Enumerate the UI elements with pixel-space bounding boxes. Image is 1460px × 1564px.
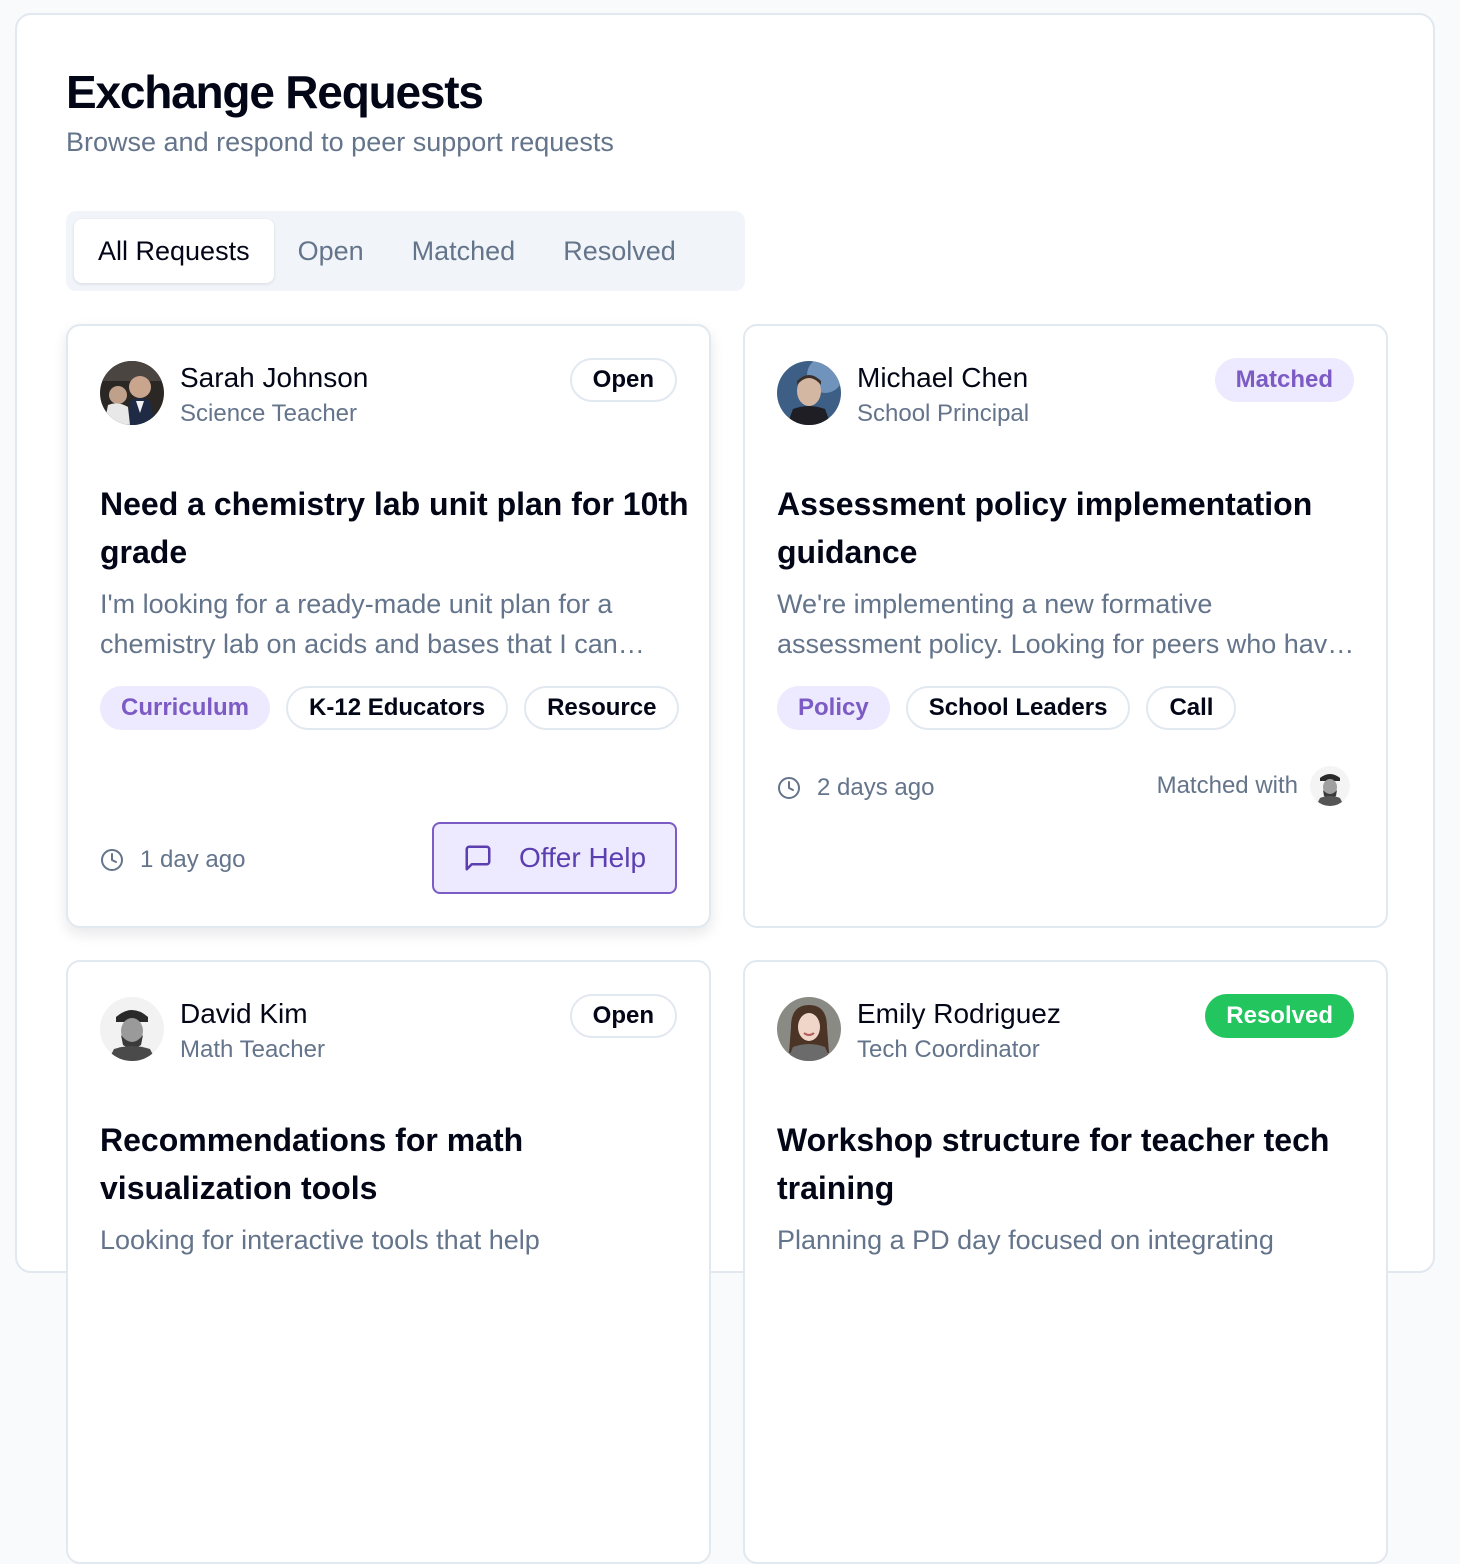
clock-icon [777, 776, 801, 800]
request-card[interactable]: Emily Rodriguez Tech Coordinator Resolve… [743, 960, 1388, 1564]
status-badge: Open [569, 994, 677, 1038]
tag-audience: School Leaders [905, 686, 1131, 730]
tag-type: Call [1146, 686, 1237, 730]
request-title: Recommendations for math visualization t… [100, 1122, 524, 1206]
request-description: I'm looking for a ready-made unit plan f… [100, 589, 618, 659]
offer-help-label: Offer Help [518, 842, 647, 873]
tab-all-requests[interactable]: All Requests [74, 219, 274, 283]
author-name: Michael Chen [857, 362, 1029, 393]
tag-type: Resource [524, 686, 680, 730]
clock-icon [100, 848, 124, 872]
request-card[interactable]: Sarah Johnson Science Teacher Open Need … [66, 324, 711, 928]
tag-list: Policy School Leaders Call [777, 686, 1367, 730]
time-info: 2 days ago [777, 774, 934, 802]
author-role: School Principal [857, 400, 1030, 427]
tag-list: Curriculum K-12 Educators Resource [100, 686, 690, 730]
avatar [777, 997, 841, 1061]
request-description: We're implementing a new formative asses… [777, 589, 1343, 659]
tag-audience: K-12 Educators [286, 686, 509, 730]
author-name: Emily Rodriguez [857, 998, 1061, 1029]
message-square-icon [463, 843, 493, 873]
matched-with-label: Matched with [1156, 772, 1298, 799]
status-badge: Resolved [1205, 994, 1354, 1038]
request-title: Workshop structure for teacher tech trai… [777, 1122, 1330, 1206]
avatar [777, 361, 841, 425]
matched-user-avatar[interactable] [1310, 766, 1350, 806]
avatar [100, 997, 164, 1061]
matched-with: Matched with [1157, 766, 1350, 806]
filter-tabs: All Requests Open Matched Resolved [66, 211, 745, 291]
tag-category: Policy [777, 686, 890, 730]
author-role: Tech Coordinator [857, 1036, 1040, 1063]
author-name: David Kim [180, 998, 308, 1029]
request-description: Planning a PD day focused on integrating [777, 1225, 1274, 1255]
avatar [100, 361, 164, 425]
time-info: 1 day ago [100, 846, 245, 874]
request-card[interactable]: David Kim Math Teacher Open Recommendati… [66, 960, 711, 1564]
exchange-requests-panel: Exchange Requests Browse and respond to … [15, 13, 1435, 1564]
tag-category: Curriculum [100, 686, 271, 730]
tab-open[interactable]: Open [274, 219, 388, 283]
page-subtitle: Browse and respond to peer support reque… [66, 127, 614, 157]
offer-help-button[interactable]: Offer Help [432, 822, 677, 894]
author-name: Sarah Johnson [180, 362, 369, 393]
request-description: Looking for interactive tools that help [100, 1225, 540, 1255]
request-card[interactable]: Michael Chen School Principal Matched As… [743, 324, 1388, 928]
tab-matched[interactable]: Matched [388, 219, 540, 283]
time-label: 1 day ago [140, 846, 246, 873]
author-role: Science Teacher [180, 400, 357, 427]
page-title: Exchange Requests [66, 66, 484, 118]
status-badge: Matched [1214, 358, 1354, 402]
status-badge: Open [569, 358, 677, 402]
request-title: Assessment policy implementation guidanc… [777, 486, 1313, 570]
author-role: Math Teacher [180, 1036, 325, 1063]
request-title: Need a chemistry lab unit plan for 10th … [100, 486, 689, 570]
time-label: 2 days ago [817, 774, 935, 801]
tab-resolved[interactable]: Resolved [539, 219, 700, 283]
